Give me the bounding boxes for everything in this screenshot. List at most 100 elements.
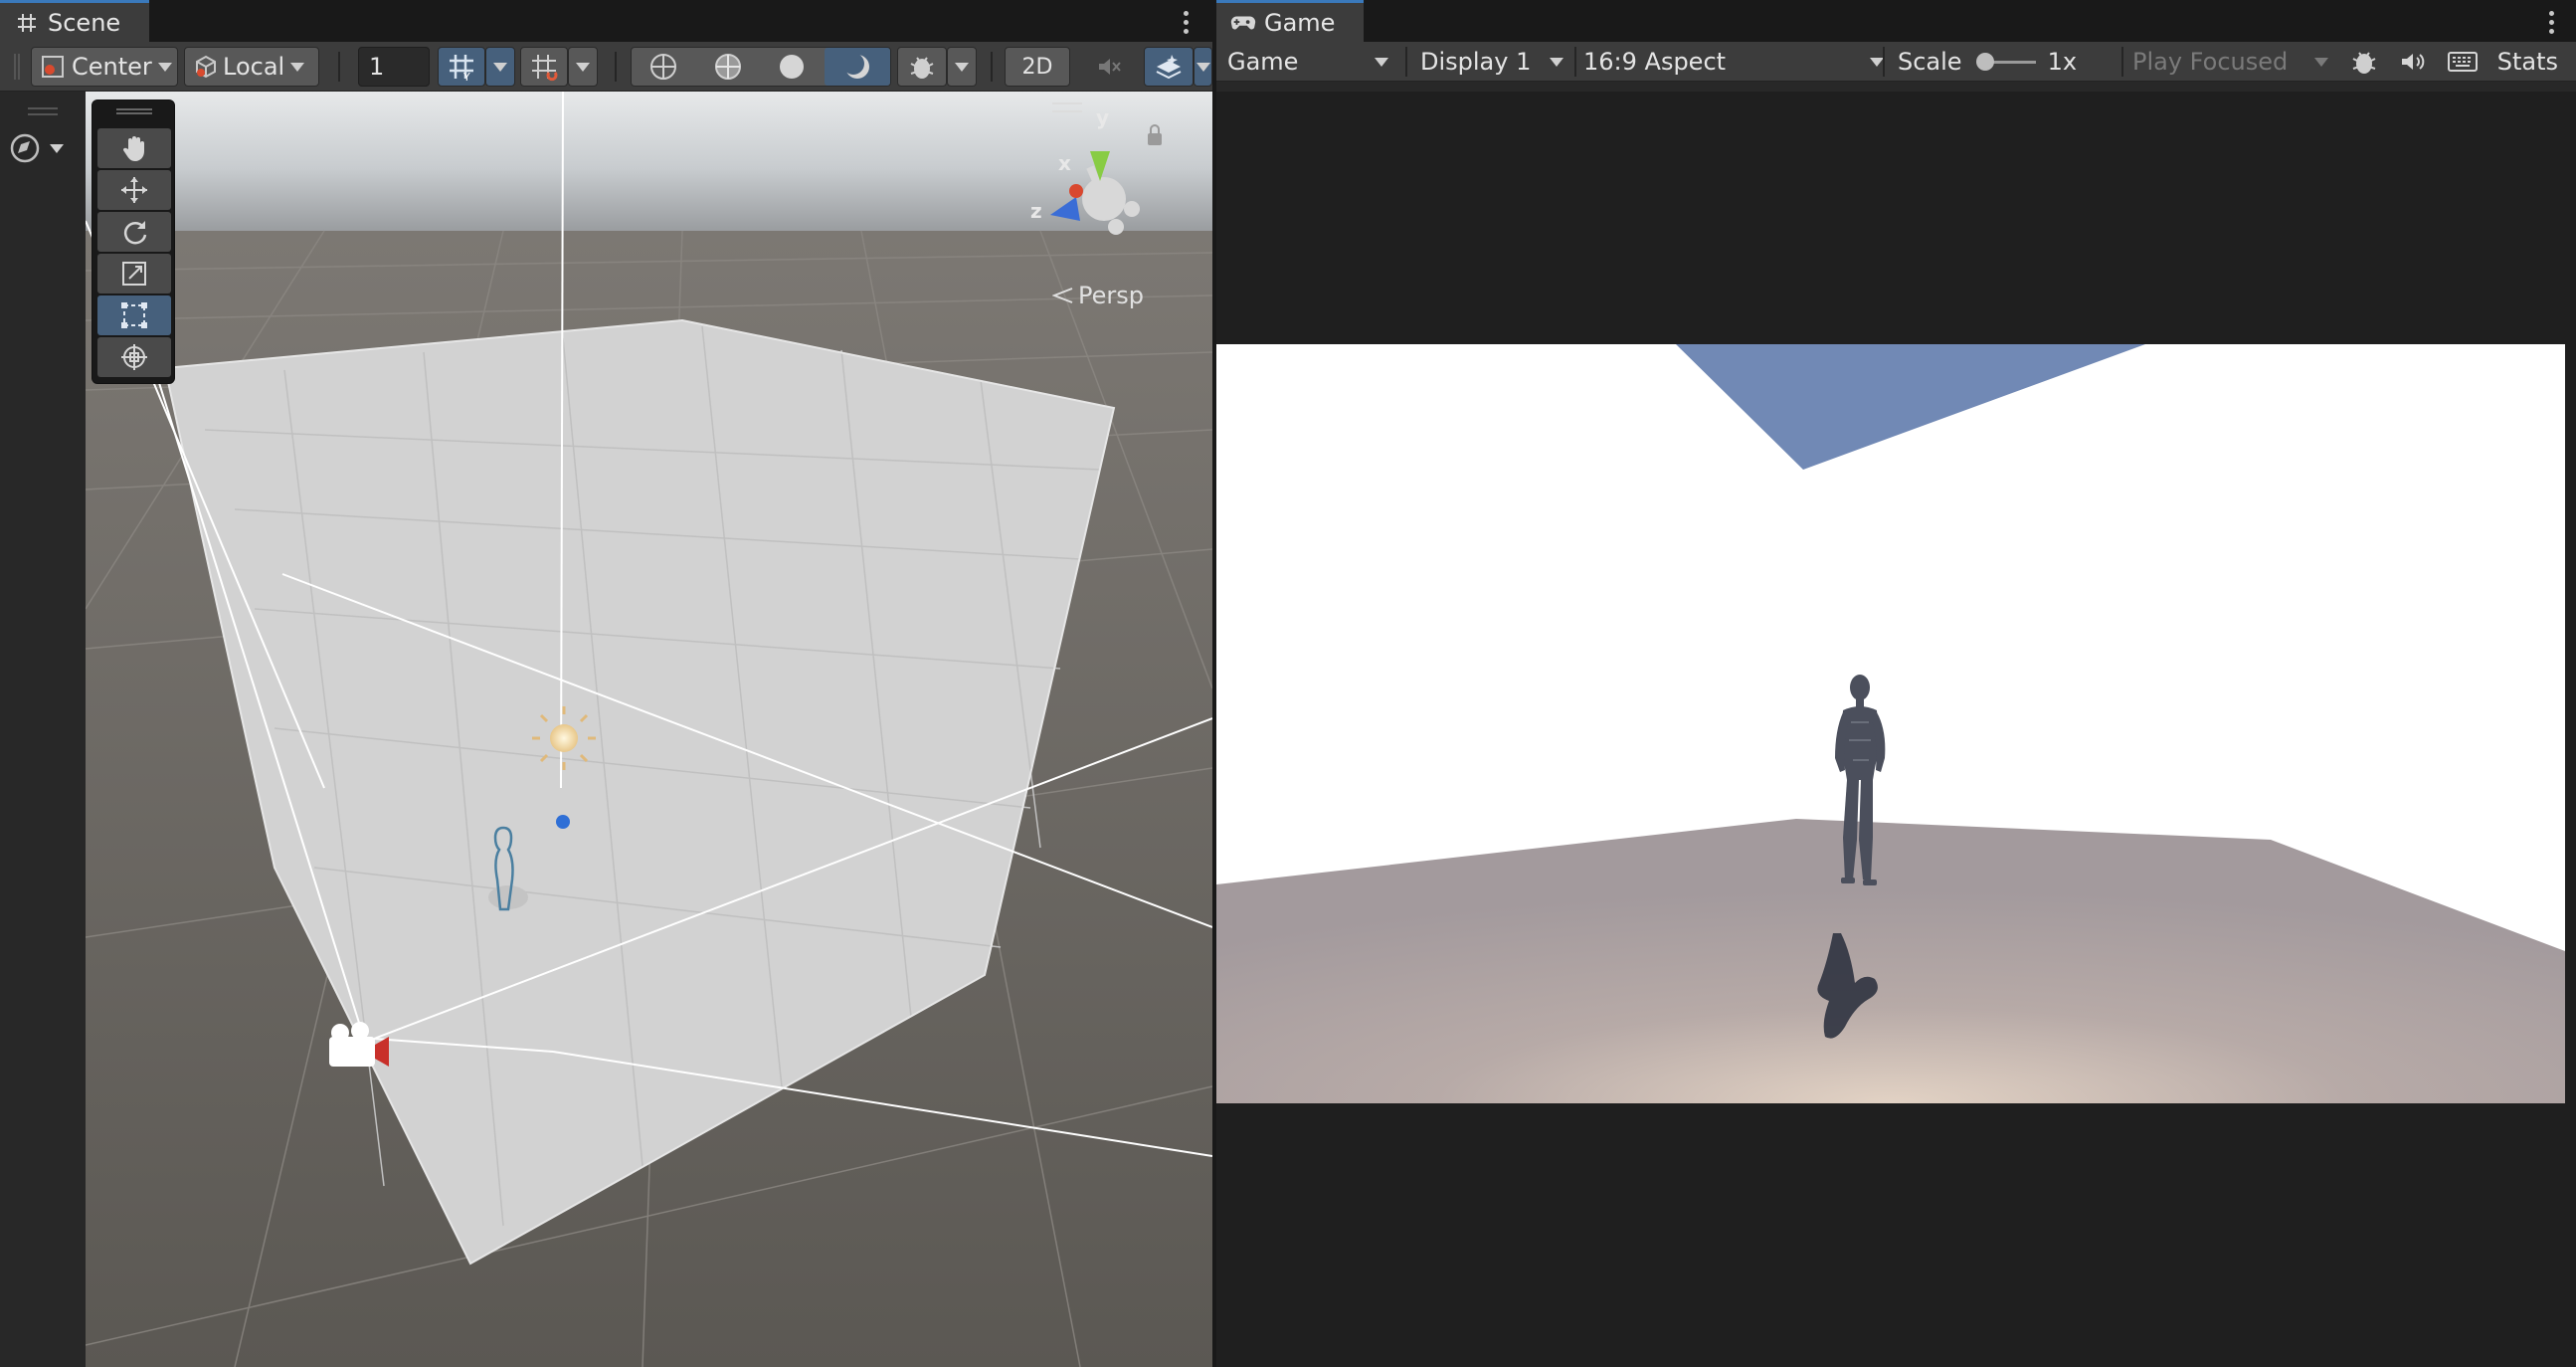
- move-arrows-icon: [119, 175, 149, 205]
- hand-icon: [119, 133, 149, 163]
- speaker-off-icon: [1093, 52, 1123, 82]
- pivot-rotation-dropdown[interactable]: Local: [184, 47, 319, 87]
- debug-draw-dropdown[interactable]: [947, 47, 977, 87]
- overlay-strip: [0, 92, 86, 1367]
- gizmo-axis-z: z: [1030, 199, 1042, 223]
- solid-sphere-icon: [777, 52, 807, 82]
- shaded-wire-sphere-icon: [713, 52, 743, 82]
- transform-tool-palette: [92, 99, 175, 384]
- grid-axis-dropdown[interactable]: [485, 47, 515, 87]
- shaded-wireframe-button[interactable]: [696, 48, 761, 86]
- lit-shading-button[interactable]: [824, 48, 890, 86]
- orientation-overlay-dropdown[interactable]: [8, 131, 78, 165]
- toolbar-grip: [14, 54, 20, 80]
- game-viewport[interactable]: [1216, 92, 2576, 1367]
- scale-label: Scale: [1898, 48, 1962, 76]
- perspective-icon: [1052, 286, 1074, 305]
- game-panel: Game Game Display 1 16:9 Aspect Scale 1x…: [1216, 0, 2576, 1367]
- game-render-canvas: [1216, 344, 2565, 1103]
- game-view-dropdown[interactable]: Game: [1218, 42, 1397, 82]
- scale-icon: [119, 259, 149, 289]
- snap-dropdown[interactable]: [568, 47, 598, 87]
- stats-label: Stats: [2496, 48, 2558, 76]
- transform-tool-button[interactable]: [97, 337, 171, 377]
- speaker-icon: [2397, 47, 2427, 77]
- frame-debugger-button[interactable]: [2340, 47, 2388, 77]
- scene-toolbar: Center Local 1 Y 2D: [0, 42, 1212, 92]
- pivot-rotation-label: Local: [223, 53, 285, 81]
- snap-grid-icon: [529, 52, 559, 82]
- strip-grip: [28, 107, 58, 115]
- hand-tool-button[interactable]: [97, 128, 171, 168]
- compass-icon: [8, 131, 42, 165]
- svg-text:Y: Y: [462, 71, 470, 82]
- bug-icon: [907, 52, 937, 82]
- gizmo-axis-x: x: [1058, 151, 1071, 175]
- projection-label: Persp: [1078, 282, 1144, 309]
- pivot-mode-label: Center: [72, 53, 152, 81]
- wireframe-shading-button[interactable]: [632, 48, 696, 86]
- stats-toggle[interactable]: Stats: [2489, 48, 2558, 76]
- display-dropdown[interactable]: Display 1: [1411, 42, 1572, 82]
- shading-mode-group: [631, 47, 891, 87]
- scene-panel: Scene Center Local 1 Y 2D y x z Persp: [0, 0, 1212, 1367]
- debug-draw-mode-button[interactable]: [897, 47, 947, 87]
- gizmo-axis-y: y: [1096, 105, 1110, 129]
- gamepad-icon: [1230, 10, 1256, 36]
- wireframe-sphere-icon: [648, 52, 678, 82]
- keyboard-icon: [2447, 50, 2479, 74]
- shaded-button[interactable]: [760, 48, 825, 86]
- scale-slider[interactable]: [1975, 53, 2036, 71]
- scene-3d-canvas[interactable]: [85, 91, 1212, 1367]
- display-label: Display 1: [1420, 48, 1532, 76]
- scene-viewport[interactable]: y x z: [85, 91, 1212, 1367]
- move-tool-button[interactable]: [97, 170, 171, 210]
- scene-tab-strip: Scene: [0, 0, 1212, 42]
- rect-transform-icon: [119, 300, 149, 330]
- game-toolbar-right-group: Play Focused Stats: [2121, 42, 2559, 82]
- toggle-2d-label: 2D: [1021, 54, 1053, 80]
- projection-toggle[interactable]: Persp: [1052, 282, 1144, 309]
- audio-mute-toggle[interactable]: [1080, 47, 1136, 87]
- grid-visibility-toggle[interactable]: Y: [438, 47, 485, 87]
- transform-combined-icon: [119, 342, 149, 372]
- game-view-label: Game: [1227, 48, 1299, 76]
- aspect-dropdown[interactable]: 16:9 Aspect: [1574, 42, 1893, 82]
- moon-sphere-icon: [841, 52, 872, 82]
- pivot-center-icon: [40, 54, 66, 80]
- scale-value: 1x: [2047, 48, 2078, 76]
- snap-toggle[interactable]: [520, 47, 568, 87]
- grid-size-value: 1: [369, 53, 385, 81]
- scale-tool-button[interactable]: [97, 254, 171, 293]
- play-mode-dropdown[interactable]: Play Focused: [2122, 48, 2340, 76]
- tab-scene-label: Scene: [48, 8, 121, 37]
- hash-grid-icon: [14, 10, 40, 36]
- effects-dropdown[interactable]: [1194, 47, 1212, 87]
- pivot-mode-dropdown[interactable]: Center: [31, 47, 178, 87]
- scene-tab-menu-button[interactable]: [1174, 6, 1197, 38]
- aspect-label: 16:9 Aspect: [1583, 48, 1727, 76]
- game-tab-menu-button[interactable]: [2539, 6, 2563, 38]
- toggle-2d-button[interactable]: 2D: [1005, 47, 1070, 87]
- local-cube-icon: [193, 54, 219, 80]
- game-toolbar: Game Display 1 16:9 Aspect Scale 1x Play…: [1216, 42, 2576, 82]
- rotate-tool-button[interactable]: [97, 212, 171, 252]
- scale-control[interactable]: Scale 1x: [1889, 42, 2088, 82]
- effects-toggle[interactable]: [1144, 47, 1194, 87]
- layers-effects-icon: [1154, 52, 1184, 82]
- game-tab-strip: Game: [1216, 0, 2576, 42]
- game-render-output: [1216, 344, 2565, 1103]
- tab-game-label: Game: [1264, 8, 1336, 37]
- grid-size-field[interactable]: 1: [358, 47, 430, 87]
- tab-game[interactable]: Game: [1216, 0, 1364, 42]
- tab-scene[interactable]: Scene: [0, 0, 149, 42]
- mute-audio-button[interactable]: [2388, 47, 2436, 77]
- audio-source-dot[interactable]: [556, 815, 570, 829]
- rotate-icon: [119, 217, 149, 247]
- bug-icon: [2349, 47, 2379, 77]
- rect-tool-button[interactable]: [97, 295, 171, 335]
- keyboard-shortcuts-button[interactable]: [2436, 50, 2488, 74]
- play-mode-label: Play Focused: [2132, 48, 2289, 76]
- grid-icon: Y: [447, 52, 476, 82]
- orientation-gizmo[interactable]: [985, 99, 1203, 269]
